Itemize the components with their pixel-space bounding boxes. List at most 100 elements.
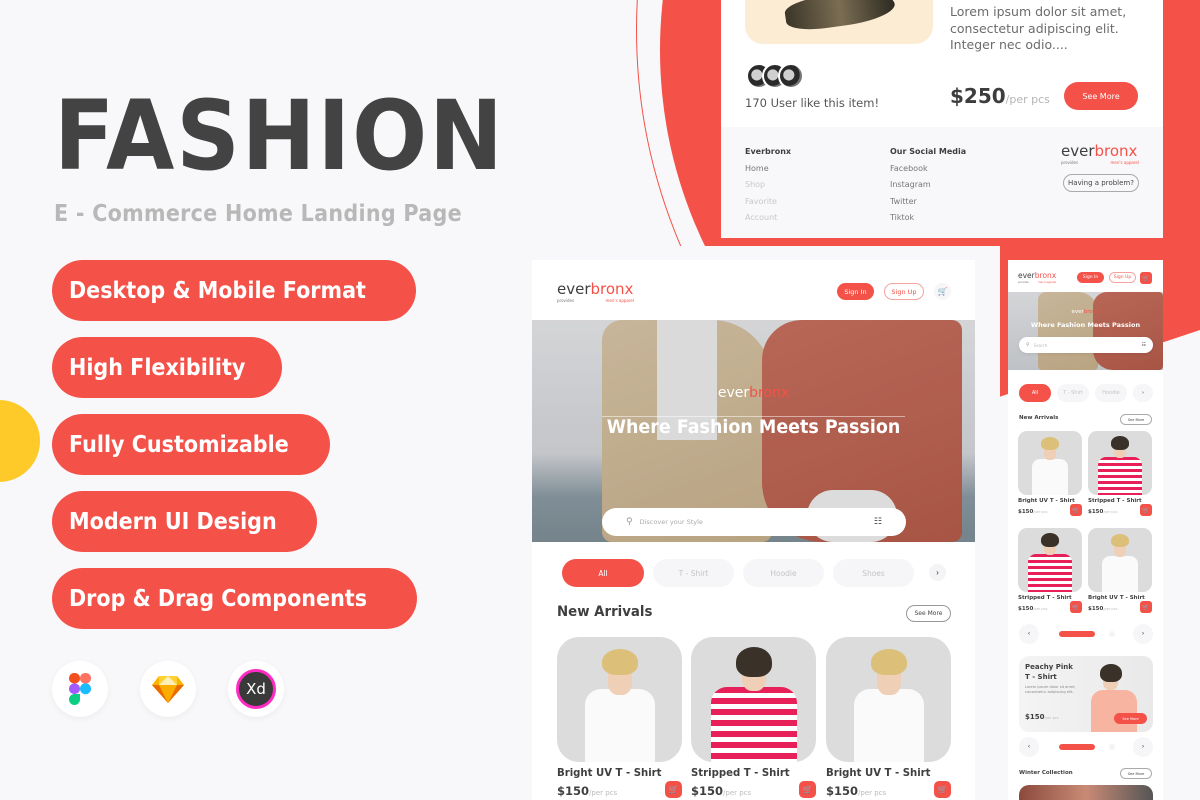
product-card[interactable]: Stripped T - Shirt $150/per pcs 🛒 bbox=[1088, 431, 1152, 516]
new-arrivals-title: New Arrivals bbox=[557, 604, 653, 620]
feature-pill: Drop & Drag Components bbox=[52, 568, 418, 629]
mobile-hero-banner: everbronx Where Fashion Meets Passion bbox=[1008, 292, 1163, 370]
cart-button[interactable]: 🛒 bbox=[934, 283, 951, 300]
pager-dot[interactable] bbox=[1109, 744, 1115, 750]
search-input[interactable]: ⚲ Search ☷ bbox=[1019, 337, 1153, 353]
price-unit: /per pcs bbox=[1044, 716, 1059, 720]
price-value: $150 bbox=[1088, 606, 1104, 612]
hero-tagline: Where Fashion Meets Passion bbox=[606, 416, 901, 438]
footer-link-instagram[interactable]: Instagram bbox=[890, 177, 966, 194]
logo-tag-right: men's apparel bbox=[605, 298, 634, 303]
search-placeholder: Discover your Style bbox=[639, 518, 703, 526]
add-to-cart-button[interactable]: 🛒 bbox=[934, 781, 951, 798]
footer-link-home[interactable]: Home bbox=[745, 161, 791, 178]
promo-price: $150/per pcs bbox=[1025, 713, 1059, 721]
product-card[interactable]: Bright UV T - Shirt $150/per pcs 🛒 bbox=[1088, 528, 1152, 613]
logo-tag-left: provides bbox=[1061, 160, 1079, 165]
chevron-left-icon[interactable]: ‹ bbox=[1019, 624, 1039, 644]
promo-description: Lorem ipsum dolor sit amet, consectetur … bbox=[1025, 685, 1076, 695]
having-problem-button[interactable]: Having a problem? bbox=[1063, 174, 1139, 192]
sketch-badge bbox=[140, 661, 196, 717]
add-to-cart-button[interactable]: 🛒 bbox=[1070, 504, 1082, 516]
tab-shoes[interactable]: Shoes bbox=[833, 559, 914, 587]
cart-icon: 🛒 bbox=[668, 785, 679, 794]
sign-up-button[interactable]: Sign Up bbox=[884, 283, 924, 300]
add-to-cart-button[interactable]: 🛒 bbox=[1140, 601, 1152, 613]
sign-up-button[interactable]: Sign Up bbox=[1109, 272, 1136, 283]
model-striped-tee bbox=[1028, 554, 1072, 592]
search-placeholder: Search bbox=[1033, 342, 1048, 348]
tab-hoodie[interactable]: Hoodie bbox=[1095, 384, 1127, 402]
pager-dot[interactable] bbox=[1109, 631, 1115, 637]
product-name: Bright UV T - Shirt bbox=[826, 766, 931, 779]
shoe-graphic bbox=[783, 0, 897, 34]
product-price: $150/per pcs bbox=[557, 784, 682, 798]
product-card[interactable]: Bright UV T - Shirt $150/per pcs 🛒 bbox=[826, 637, 951, 798]
product-card[interactable]: Bright UV T - Shirt $150/per pcs 🛒 bbox=[1018, 431, 1082, 516]
see-more-button[interactable]: See More bbox=[1114, 713, 1147, 724]
hero-tagline: Where Fashion Meets Passion bbox=[1030, 321, 1141, 329]
footer-heading: Everbronx bbox=[745, 147, 792, 156]
price-value: $250 bbox=[950, 84, 1006, 108]
see-more-button[interactable]: See More bbox=[1064, 82, 1138, 110]
see-more-button[interactable]: See More bbox=[906, 605, 951, 622]
chevron-right-icon[interactable]: › bbox=[1133, 384, 1153, 402]
feature-label: High Flexibility bbox=[69, 354, 246, 381]
model-pink-tee bbox=[1091, 690, 1137, 732]
winter-collection-image[interactable] bbox=[1019, 785, 1153, 800]
chevron-right-icon[interactable]: › bbox=[929, 564, 946, 581]
product-name: Bright UV T - Shirt bbox=[557, 766, 662, 779]
see-more-button[interactable]: See More bbox=[1120, 768, 1152, 779]
tab-tshirt[interactable]: T - Shirt bbox=[653, 559, 734, 587]
model-hair bbox=[1111, 436, 1129, 450]
cart-icon: 🛒 bbox=[802, 785, 813, 794]
model-white-tee bbox=[854, 689, 924, 762]
desktop-logo[interactable]: everbronx provides men's apparel bbox=[557, 282, 634, 303]
footer-link-shop[interactable]: Shop bbox=[745, 177, 791, 194]
product-image bbox=[1088, 431, 1152, 495]
search-input[interactable]: ⚲ Discover your Style ☷ bbox=[602, 508, 906, 536]
mobile-logo[interactable]: everbronx provides men's apparel bbox=[1018, 272, 1056, 284]
add-to-cart-button[interactable]: 🛒 bbox=[1070, 601, 1082, 613]
feature-label: Drop & Drag Components bbox=[69, 585, 368, 612]
price-value: $150 bbox=[1018, 509, 1034, 515]
pager-active-indicator bbox=[1059, 631, 1095, 637]
sign-in-button[interactable]: Sign In bbox=[837, 283, 874, 300]
tab-all[interactable]: All bbox=[562, 559, 644, 587]
see-more-button[interactable]: See More bbox=[1120, 414, 1152, 425]
promo-pager: ‹ › bbox=[1019, 737, 1153, 757]
feature-pill: Desktop & Mobile Format bbox=[52, 260, 416, 321]
chevron-right-icon[interactable]: › bbox=[1133, 737, 1153, 757]
footer-link-account[interactable]: Account bbox=[745, 210, 791, 227]
price-unit: /per pcs bbox=[1103, 607, 1118, 611]
cart-button[interactable]: 🛒 bbox=[1140, 272, 1152, 284]
model-hair bbox=[1111, 534, 1129, 547]
add-to-cart-button[interactable]: 🛒 bbox=[799, 781, 816, 798]
chevron-right-icon[interactable]: › bbox=[1133, 624, 1153, 644]
chevron-left-icon[interactable]: ‹ bbox=[1019, 737, 1039, 757]
add-to-cart-button[interactable]: 🛒 bbox=[665, 781, 682, 798]
promo-card[interactable]: Peachy Pink T - Shirt Lorem ipsum dolor s… bbox=[1019, 656, 1153, 732]
tab-all[interactable]: All bbox=[1019, 384, 1051, 402]
feature-label: Modern UI Design bbox=[69, 508, 277, 535]
hero-overlay bbox=[1008, 292, 1163, 370]
product-card[interactable]: Stripped T - Shirt $150/per pcs 🛒 bbox=[1018, 528, 1082, 613]
cart-icon: 🛒 bbox=[1072, 604, 1080, 611]
tab-tshirt[interactable]: T - Shirt bbox=[1057, 384, 1089, 402]
product-card[interactable]: Stripped T - Shirt $150/per pcs 🛒 bbox=[691, 637, 816, 798]
footer-link-facebook[interactable]: Facebook bbox=[890, 161, 966, 178]
footer-link-favorite[interactable]: Favorite bbox=[745, 194, 791, 211]
tab-hoodie[interactable]: Hoodie bbox=[743, 559, 824, 587]
cart-icon: 🛒 bbox=[1142, 275, 1150, 282]
filter-icon[interactable]: ☷ bbox=[874, 517, 882, 527]
footer-link-tiktok[interactable]: Tiktok bbox=[890, 210, 966, 227]
filter-icon[interactable]: ☷ bbox=[1142, 342, 1146, 348]
sign-in-button[interactable]: Sign In bbox=[1077, 272, 1104, 283]
feature-pill: Modern UI Design bbox=[52, 491, 317, 552]
footer-link-twitter[interactable]: Twitter bbox=[890, 194, 966, 211]
product-card[interactable]: Bright UV T - Shirt $150/per pcs 🛒 bbox=[557, 637, 682, 798]
add-to-cart-button[interactable]: 🛒 bbox=[1140, 504, 1152, 516]
footer-col-company: Everbronx Home Shop Favorite Account bbox=[745, 144, 791, 227]
product-detail-card: Lorem ipsum dolor sit amet, consectetur … bbox=[721, 0, 1163, 238]
price-unit: /per pcs bbox=[723, 789, 752, 797]
